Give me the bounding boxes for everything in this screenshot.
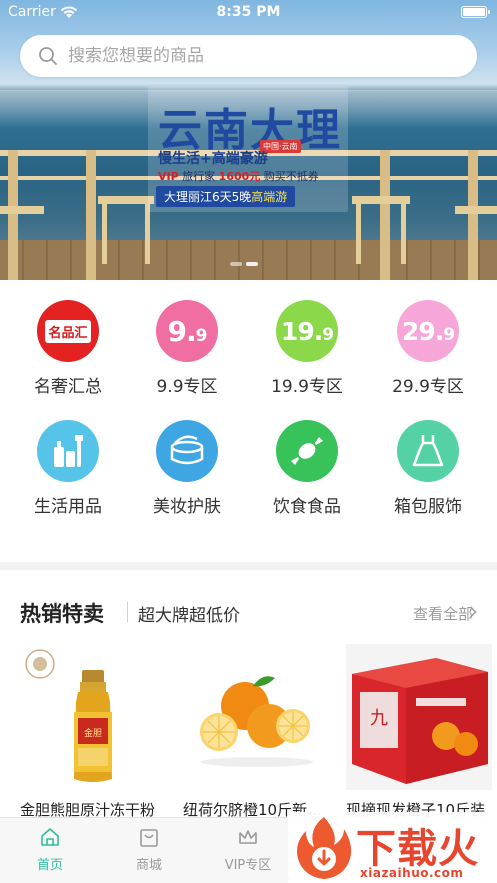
poster-vip-line: VIP 旅行家 1600元 购买不抵券: [158, 168, 319, 184]
railing-post: [86, 150, 96, 280]
section-divider: [0, 562, 497, 570]
tab-vip[interactable]: VIP专区: [198, 826, 298, 873]
view-all-link[interactable]: 查看全部: [413, 603, 473, 624]
price-29-9-icon: 29.9: [397, 300, 459, 362]
stool-seat: [455, 206, 497, 214]
section-title: 热销特卖: [20, 602, 104, 626]
price-badge-small: 9: [443, 324, 455, 345]
watermark-url: xiazaihuo.com: [360, 866, 464, 880]
tab-label: 商城: [135, 858, 162, 873]
deck-floor: [0, 240, 497, 280]
category-beauty[interactable]: 美妆护肤: [125, 420, 249, 517]
railing-post: [468, 150, 478, 280]
railing-post: [380, 150, 390, 280]
poster-vip-amount: 1600元: [218, 170, 261, 183]
promo-poster: 云南大理 中国·云南 慢生活+高端豪游 VIP 旅行家 1600元 购买不抵券 …: [148, 86, 348, 212]
tab-label: VIP专区: [224, 858, 272, 873]
product-card[interactable]: 九 现摘现发橙子10斤装: [346, 644, 492, 820]
flame-logo-icon: [297, 817, 352, 879]
shop-bag-icon: [140, 829, 158, 847]
railing-post: [8, 150, 18, 280]
product-card[interactable]: 金胆 金胆熊胆原汁冻干粉: [20, 644, 166, 820]
status-bar: Carrier 8:35 PM: [0, 0, 497, 26]
poster-tour-tag: 大理丽江6天5晚高端游: [156, 186, 296, 207]
luxury-logo-text: 名品汇: [45, 319, 91, 343]
chevron-right-icon[interactable]: [469, 606, 477, 618]
stool-seat: [98, 196, 154, 204]
category-29-9[interactable]: 29.9 29.9专区: [366, 300, 490, 397]
clock: 8:35 PM: [216, 4, 281, 20]
svg-text:九: 九: [370, 708, 388, 729]
category-label: 9.9专区: [156, 377, 218, 397]
poster-tour-highlight: 高端游: [251, 190, 288, 204]
price-badge-main: 9.: [167, 314, 197, 348]
cosmetics-jar-icon: [156, 420, 218, 482]
watermark: 下载火 xiazaihuo.com: [288, 812, 497, 883]
poster-vip-mid: 旅行家: [182, 170, 216, 183]
search-bar[interactable]: [20, 35, 477, 77]
price-badge-main: 29.: [401, 316, 444, 346]
bear-bile-bottle-image: 金胆: [20, 644, 166, 790]
dress-icon: [397, 420, 459, 482]
category-food[interactable]: 饮食食品: [245, 420, 369, 517]
poster-subtitle: 慢生活+高端豪游: [158, 151, 268, 167]
category-daily-goods[interactable]: 生活用品: [6, 420, 130, 517]
hero-banner[interactable]: 云南大理 中国·云南 慢生活+高端豪游 VIP 旅行家 1600元 购买不抵券 …: [0, 0, 497, 280]
title-divider: [127, 602, 128, 622]
category-label: 29.9专区: [392, 377, 464, 397]
category-label: 箱包服饰: [394, 497, 462, 517]
stool-leg: [102, 204, 107, 264]
product-card[interactable]: 纽荷尔脐橙10斤新鲜水果: [183, 644, 329, 820]
luxury-logo-icon: 名品汇: [37, 300, 99, 362]
price-badge-small: 9: [195, 325, 208, 346]
category-label: 饮食食品: [273, 497, 341, 517]
category-bags-apparel[interactable]: 箱包服饰: [366, 420, 490, 517]
section-subtitle: 超大牌超低价: [138, 606, 240, 626]
price-badge-text: 29.9: [401, 316, 455, 346]
category-grid: 名品汇 名奢汇总 9.9 9.9专区 19.9 19.9专区 29.9 29.9…: [0, 280, 497, 830]
price-badge-text: 19.9: [280, 316, 334, 346]
stool-leg: [401, 204, 406, 264]
home-icon: [41, 828, 59, 846]
category-label: 名奢汇总: [34, 377, 102, 397]
category-label: 美妆护肤: [153, 497, 221, 517]
oranges-image: [183, 644, 329, 790]
hot-sale-header: 热销特卖 超大牌超低价 查看全部: [0, 590, 497, 634]
orange-box-image: 九: [346, 644, 492, 790]
stool-leg: [145, 204, 150, 264]
poster-tour-prefix: 大理丽江6天5晚: [164, 190, 252, 204]
search-icon: [39, 47, 57, 65]
stool-seat: [0, 206, 44, 214]
category-19-9[interactable]: 19.9 19.9专区: [245, 300, 369, 397]
category-luxury[interactable]: 名品汇 名奢汇总: [6, 300, 130, 397]
category-9-9[interactable]: 9.9 9.9专区: [125, 300, 249, 397]
tab-shop[interactable]: 商城: [99, 826, 199, 873]
toiletries-icon: [37, 420, 99, 482]
crown-icon: [239, 830, 257, 844]
price-badge-main: 19.: [280, 316, 323, 346]
price-badge-text: 9.9: [167, 314, 208, 348]
category-label: 19.9专区: [271, 377, 343, 397]
banner-page-dot-active[interactable]: [246, 262, 258, 266]
price-19-9-icon: 19.9: [276, 300, 338, 362]
banner-page-dot[interactable]: [230, 262, 242, 266]
stool-leg: [356, 204, 361, 264]
poster-vip-prefix: VIP: [158, 170, 179, 183]
svg-text:金胆: 金胆: [84, 727, 102, 739]
stool-seat: [352, 196, 410, 204]
tab-label: 首页: [36, 858, 63, 873]
tab-home[interactable]: 首页: [0, 826, 100, 873]
price-9-9-icon: 9.9: [156, 300, 218, 362]
category-label: 生活用品: [34, 497, 102, 517]
search-input[interactable]: [68, 46, 448, 66]
price-badge-small: 9: [322, 324, 334, 345]
poster-vip-suffix: 购买不抵券: [263, 170, 319, 183]
battery-icon: [461, 6, 490, 18]
candy-icon: [276, 420, 338, 482]
